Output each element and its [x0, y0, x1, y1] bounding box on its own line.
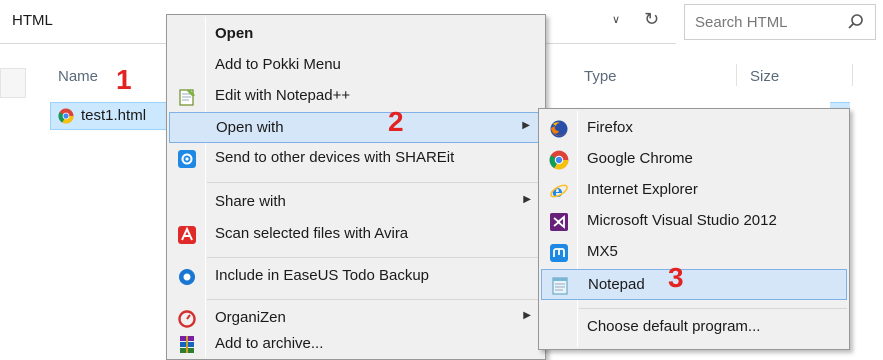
- open-with-internet-explorer[interactable]: e Internet Explorer: [541, 175, 847, 206]
- step-marker-3: 3: [668, 262, 684, 293]
- search-input[interactable]: Search HTML: [684, 4, 876, 40]
- chrome-icon: [58, 108, 74, 124]
- menu-item-label: Microsoft Visual Studio 2012: [587, 212, 777, 229]
- open-with-notepad[interactable]: Notepad: [541, 269, 847, 300]
- menu-item-label: Share with: [215, 193, 286, 210]
- menu-item-label: Firefox: [587, 119, 633, 136]
- visual-studio-icon: [550, 213, 568, 231]
- chevron-down-icon[interactable]: ∨: [612, 13, 620, 26]
- firefox-icon: [550, 120, 568, 138]
- search-icon: [848, 14, 863, 29]
- column-header-type[interactable]: Type: [584, 68, 617, 85]
- refresh-icon[interactable]: ↻: [644, 9, 659, 30]
- open-with-submenu: Firefox Google Chrome e Internet Explore…: [538, 108, 850, 350]
- notepadpp-icon: [179, 89, 195, 106]
- easeus-icon: [179, 269, 195, 285]
- menu-separator: [207, 182, 543, 183]
- step-marker-1: 1: [116, 64, 132, 95]
- menu-item-scan-avira[interactable]: Scan selected files with Avira: [169, 219, 543, 250]
- file-row[interactable]: test1.html: [50, 102, 170, 130]
- open-with-firefox[interactable]: Firefox: [541, 113, 847, 144]
- avira-icon: [178, 226, 196, 244]
- menu-item-label: Notepad: [588, 276, 645, 293]
- menu-item-label: Include in EaseUS Todo Backup: [215, 267, 430, 284]
- column-divider[interactable]: [736, 64, 737, 86]
- menu-item-open[interactable]: Open: [169, 19, 543, 50]
- menu-item-label: Send to other devices with SHAREit: [215, 149, 455, 166]
- notepad-icon: [552, 277, 568, 295]
- menu-item-label: Open with: [216, 119, 284, 136]
- menu-item-label: Add to Pokki Menu: [215, 56, 341, 73]
- file-name: test1.html: [81, 107, 147, 124]
- column-header-name[interactable]: Name: [58, 68, 98, 85]
- menu-item-label: OrganiZen: [215, 309, 286, 326]
- menu-item-label: Scan selected files with Avira: [215, 225, 409, 242]
- open-with-visual-studio[interactable]: Microsoft Visual Studio 2012: [541, 206, 847, 237]
- ie-icon: e: [550, 182, 568, 201]
- menu-item-label: MX5: [587, 243, 618, 260]
- menu-item-label: Open: [215, 25, 254, 42]
- svg-text:e: e: [552, 182, 563, 201]
- menu-item-send-shareit[interactable]: Send to other devices with SHAREit: [169, 143, 543, 174]
- organizen-icon: [178, 310, 196, 328]
- shareit-icon: [178, 150, 196, 168]
- navigation-pane: [0, 68, 26, 98]
- menu-item-share-with[interactable]: Share with ▶: [169, 187, 543, 218]
- menu-item-label: Google Chrome: [587, 150, 693, 167]
- winrar-icon: [180, 336, 194, 353]
- submenu-arrow-icon: ▶: [523, 310, 531, 321]
- submenu-arrow-icon: ▶: [522, 120, 530, 131]
- column-divider[interactable]: [852, 64, 853, 86]
- open-with-mx5[interactable]: MX5: [541, 237, 847, 268]
- mx5-icon: [550, 244, 568, 262]
- menu-separator: [579, 308, 847, 309]
- menu-separator: [207, 257, 543, 258]
- step-marker-2: 2: [388, 106, 404, 137]
- submenu-arrow-icon: ▶: [523, 194, 531, 205]
- open-with-chrome[interactable]: Google Chrome: [541, 144, 847, 175]
- menu-item-label: Choose default program...: [587, 318, 761, 335]
- menu-item-easeus-backup[interactable]: Include in EaseUS Todo Backup: [169, 261, 543, 292]
- column-header-size[interactable]: Size: [750, 68, 779, 85]
- menu-item-label: Internet Explorer: [587, 181, 698, 198]
- menu-item-open-with[interactable]: Open with ▶: [169, 112, 543, 143]
- menu-separator: [207, 299, 543, 300]
- menu-item-edit-notepadpp[interactable]: Edit with Notepad++: [169, 81, 543, 112]
- menu-item-label: Edit with Notepad++: [215, 87, 351, 104]
- address-path: HTML: [12, 12, 53, 29]
- search-placeholder: Search HTML: [695, 14, 788, 31]
- open-with-choose-default[interactable]: Choose default program...: [541, 312, 847, 343]
- menu-item-add-to-archive[interactable]: Add to archive...: [169, 329, 543, 360]
- menu-item-label: Add to archive...: [215, 335, 324, 352]
- chrome-icon: [549, 150, 569, 170]
- context-menu: Open Add to Pokki Menu Edit with Notepad…: [166, 14, 546, 360]
- menu-item-add-to-pokki[interactable]: Add to Pokki Menu: [169, 50, 543, 81]
